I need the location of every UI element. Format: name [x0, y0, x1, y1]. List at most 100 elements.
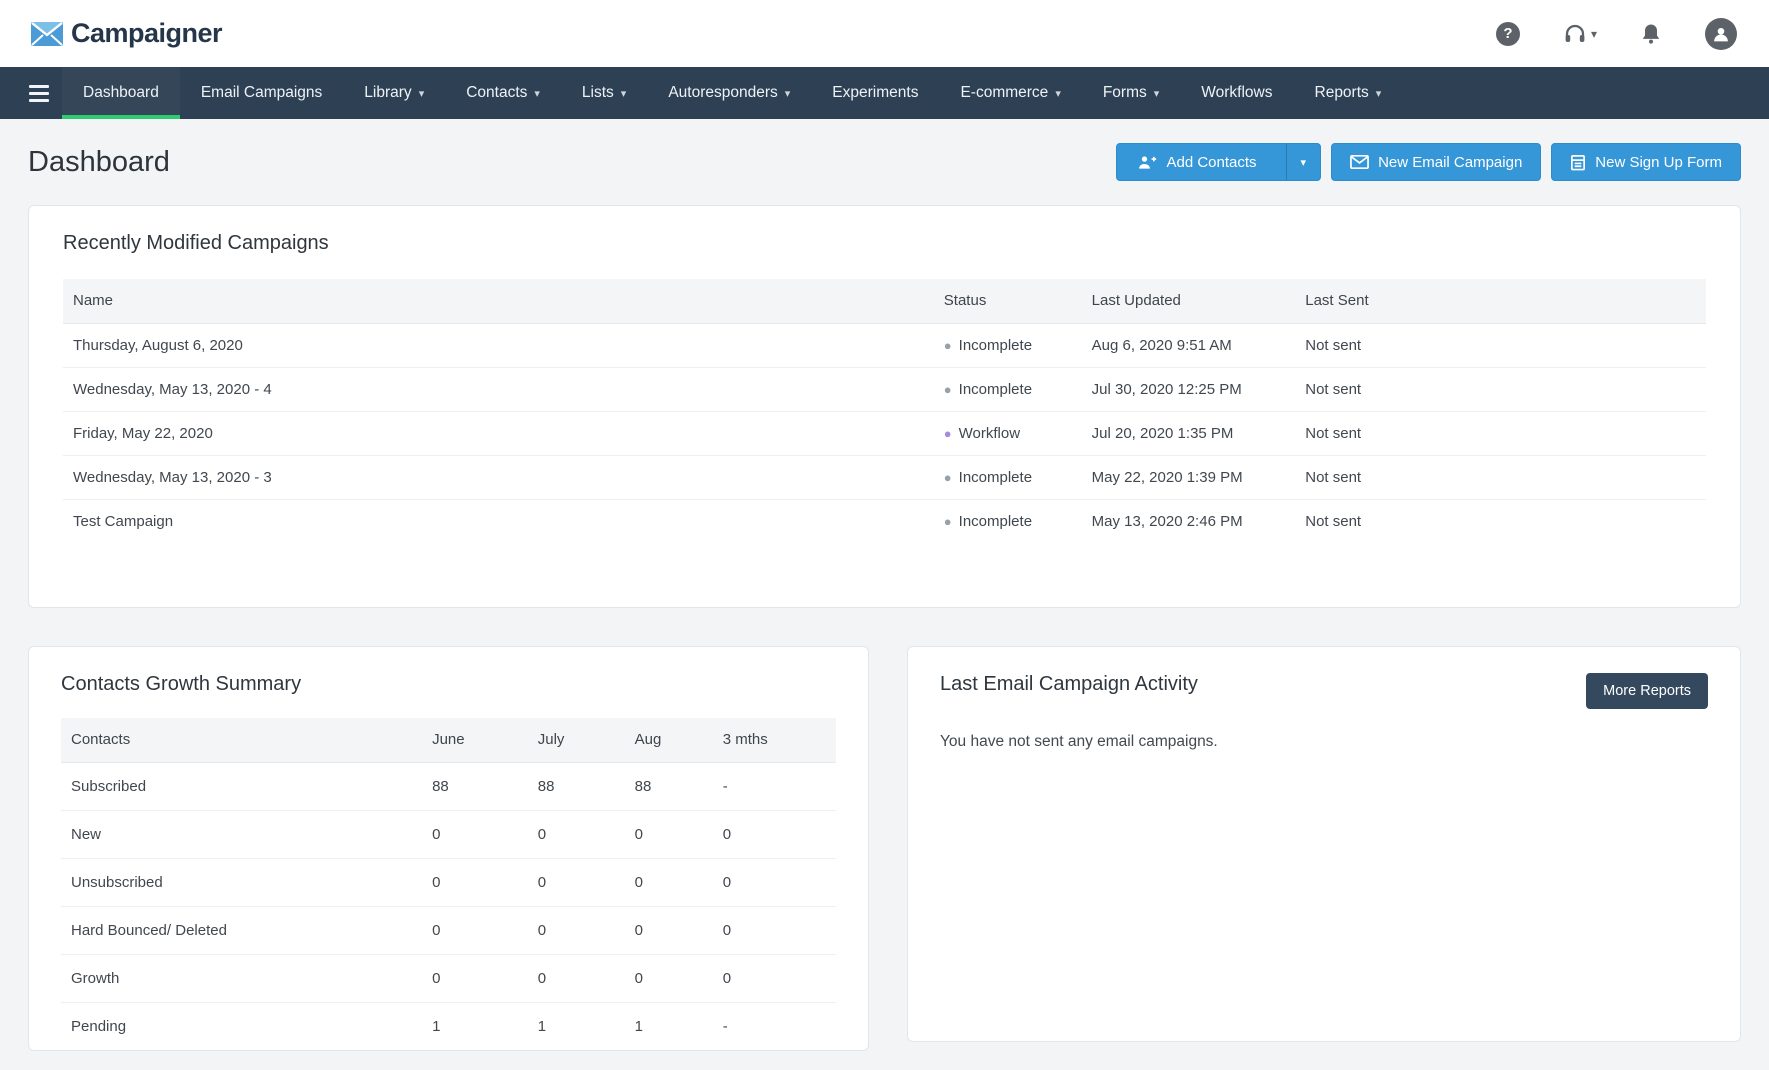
- page-actions: Add Contacts ▾ New Email Campaign: [1116, 143, 1741, 181]
- page-title: Dashboard: [28, 146, 170, 179]
- status-label: Incomplete: [959, 337, 1032, 354]
- growth-july-value[interactable]: 0: [528, 810, 625, 858]
- growth-aug-value[interactable]: 88: [625, 762, 713, 810]
- nav-item-label: Email Campaigns: [201, 84, 322, 102]
- growth-june-value[interactable]: 0: [422, 858, 528, 906]
- growth-3mths-value: -: [713, 1002, 836, 1050]
- campaign-last-updated: Jul 30, 2020 12:25 PM: [1082, 367, 1296, 411]
- campaigns-column-header: Name: [63, 279, 934, 323]
- user-avatar-icon[interactable]: [1705, 18, 1737, 50]
- campaign-last-sent: Not sent: [1295, 367, 1706, 411]
- chevron-down-icon: ▾: [1154, 87, 1160, 100]
- contacts-growth-row: New 0 0 0 0: [61, 810, 836, 858]
- campaign-name[interactable]: Wednesday, May 13, 2020 - 3: [63, 455, 934, 499]
- nav-item[interactable]: Library ▾: [343, 67, 445, 119]
- logo-text: Campaigner: [71, 18, 222, 49]
- growth-june-value[interactable]: 0: [422, 906, 528, 954]
- activity-card-title: Last Email Campaign Activity: [940, 673, 1198, 696]
- campaign-row[interactable]: Wednesday, May 13, 2020 - 3 ●Incomplete …: [63, 455, 1706, 499]
- main-navbar: Dashboard Email Campaigns Library ▾ Cont…: [0, 67, 1769, 119]
- nav-item[interactable]: Reports ▾: [1294, 67, 1403, 119]
- growth-july-value[interactable]: 0: [528, 858, 625, 906]
- growth-june-value[interactable]: 88: [422, 762, 528, 810]
- nav-item[interactable]: Email Campaigns: [180, 67, 343, 119]
- growth-metric-label[interactable]: Growth: [61, 954, 422, 1002]
- chevron-down-icon: ▾: [1055, 87, 1061, 100]
- more-reports-button[interactable]: More Reports: [1586, 673, 1708, 709]
- growth-june-value[interactable]: 0: [422, 954, 528, 1002]
- status-label: Workflow: [959, 425, 1020, 442]
- status-label: Incomplete: [959, 469, 1032, 486]
- new-signup-form-button[interactable]: New Sign Up Form: [1551, 143, 1741, 181]
- nav-item[interactable]: Forms ▾: [1082, 67, 1180, 119]
- campaign-status: ●Workflow: [934, 411, 1082, 455]
- growth-aug-value[interactable]: 0: [625, 954, 713, 1002]
- campaign-row[interactable]: Friday, May 22, 2020 ●Workflow Jul 20, 2…: [63, 411, 1706, 455]
- campaign-name[interactable]: Test Campaign: [63, 499, 934, 543]
- campaign-name[interactable]: Friday, May 22, 2020: [63, 411, 934, 455]
- growth-june-value[interactable]: 1: [422, 1002, 528, 1050]
- chevron-down-icon: ▾: [621, 87, 627, 100]
- nav-item-label: Workflows: [1201, 84, 1272, 102]
- add-contacts-label: Add Contacts: [1166, 154, 1256, 171]
- campaigner-logo[interactable]: Campaigner: [30, 18, 222, 49]
- nav-item[interactable]: Dashboard: [62, 67, 180, 119]
- growth-aug-value[interactable]: 0: [625, 858, 713, 906]
- add-contacts-button[interactable]: Add Contacts ▾: [1116, 143, 1321, 181]
- contacts-growth-column-header: Aug: [625, 718, 713, 762]
- campaigns-column-header: Last Updated: [1082, 279, 1296, 323]
- nav-item-label: Lists: [582, 84, 614, 102]
- campaign-row[interactable]: Wednesday, May 13, 2020 - 4 ●Incomplete …: [63, 367, 1706, 411]
- nav-item-label: Dashboard: [83, 84, 159, 102]
- campaign-last-updated: May 13, 2020 2:46 PM: [1082, 499, 1296, 543]
- form-icon: [1570, 154, 1586, 171]
- growth-aug-value[interactable]: 1: [625, 1002, 713, 1050]
- campaigns-column-header: Status: [934, 279, 1082, 323]
- last-email-campaign-activity-card: Last Email Campaign Activity More Report…: [907, 646, 1741, 1042]
- nav-item-label: Forms: [1103, 84, 1147, 102]
- campaign-name[interactable]: Thursday, August 6, 2020: [63, 323, 934, 367]
- status-dot-icon: ●: [944, 470, 952, 485]
- page-header: Dashboard Add Contacts ▾: [28, 143, 1741, 181]
- campaigns-table-header-row: Name Status Last Updated Last Sent: [63, 279, 1706, 323]
- campaign-name[interactable]: Wednesday, May 13, 2020 - 4: [63, 367, 934, 411]
- activity-card-header: Last Email Campaign Activity More Report…: [940, 673, 1708, 709]
- growth-metric-label[interactable]: New: [61, 810, 422, 858]
- growth-july-value[interactable]: 0: [528, 954, 625, 1002]
- growth-metric-label[interactable]: Unsubscribed: [61, 858, 422, 906]
- nav-item[interactable]: Lists ▾: [561, 67, 647, 119]
- nav-item-label: Library: [364, 84, 411, 102]
- nav-item[interactable]: Contacts ▾: [445, 67, 561, 119]
- growth-june-value[interactable]: 0: [422, 810, 528, 858]
- notifications-bell-icon[interactable]: [1639, 22, 1663, 46]
- campaign-last-updated: Jul 20, 2020 1:35 PM: [1082, 411, 1296, 455]
- growth-july-value[interactable]: 1: [528, 1002, 625, 1050]
- growth-july-value[interactable]: 0: [528, 906, 625, 954]
- nav-item[interactable]: Workflows: [1180, 67, 1293, 119]
- nav-item[interactable]: Experiments: [811, 67, 939, 119]
- add-contacts-caret-icon[interactable]: ▾: [1286, 144, 1321, 180]
- help-icon[interactable]: ?: [1496, 22, 1520, 46]
- growth-aug-value[interactable]: 0: [625, 906, 713, 954]
- growth-metric-label[interactable]: Pending: [61, 1002, 422, 1050]
- growth-aug-value[interactable]: 0: [625, 810, 713, 858]
- support-headset-icon[interactable]: ▾: [1562, 22, 1597, 46]
- nav-item-label: Experiments: [832, 84, 918, 102]
- campaign-last-updated: May 22, 2020 1:39 PM: [1082, 455, 1296, 499]
- person-plus-icon: [1137, 153, 1157, 171]
- campaign-row[interactable]: Thursday, August 6, 2020 ●Incomplete Aug…: [63, 323, 1706, 367]
- growth-metric-label[interactable]: Subscribed: [61, 762, 422, 810]
- campaign-row[interactable]: Test Campaign ●Incomplete May 13, 2020 2…: [63, 499, 1706, 543]
- page-content: Dashboard Add Contacts ▾: [0, 143, 1769, 1051]
- growth-july-value[interactable]: 88: [528, 762, 625, 810]
- growth-metric-label[interactable]: Hard Bounced/ Deleted: [61, 906, 422, 954]
- campaign-status: ● Incomplete: [934, 455, 1082, 499]
- nav-item[interactable]: Autoresponders ▾: [647, 67, 811, 119]
- status-dot-icon: ●: [944, 338, 952, 353]
- hamburger-menu-icon[interactable]: [16, 67, 62, 119]
- new-email-campaign-button[interactable]: New Email Campaign: [1331, 143, 1541, 181]
- contacts-growth-row: Pending 1 1 1 -: [61, 1002, 836, 1050]
- contacts-growth-column-header: June: [422, 718, 528, 762]
- contacts-growth-row: Hard Bounced/ Deleted 0 0 0 0: [61, 906, 836, 954]
- nav-item[interactable]: E-commerce ▾: [939, 67, 1081, 119]
